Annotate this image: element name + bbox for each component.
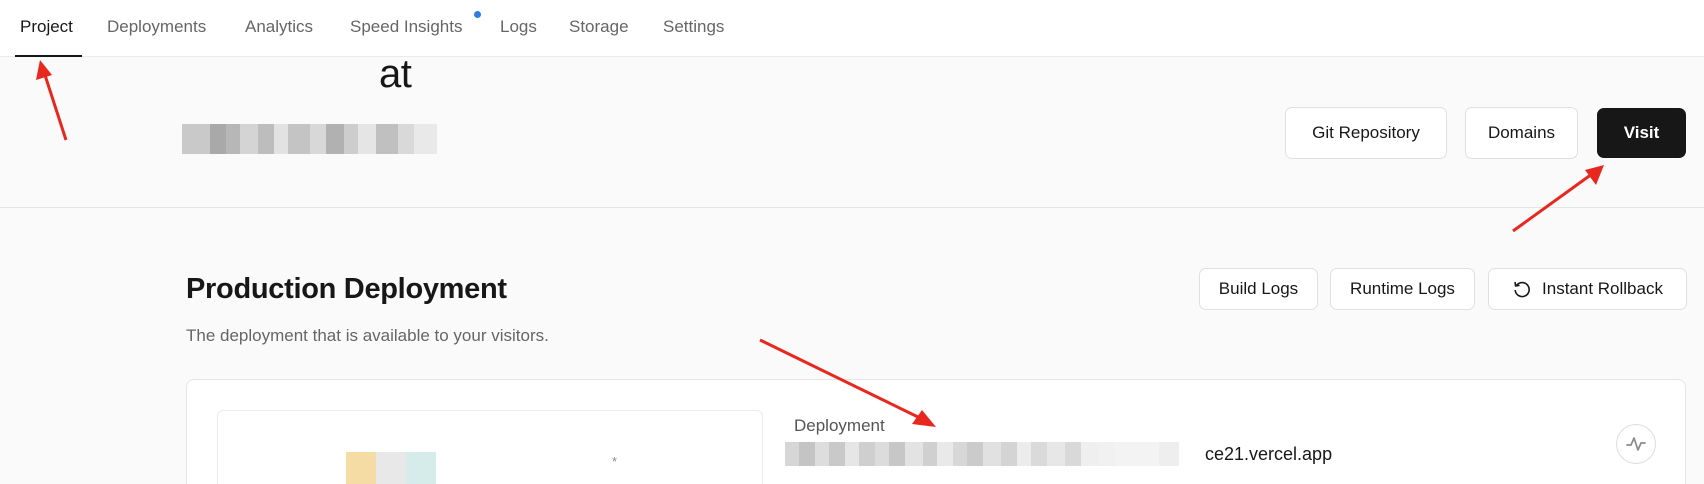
- preview-redacted: [346, 452, 436, 484]
- runtime-logs-button[interactable]: Runtime Logs: [1330, 268, 1475, 310]
- domains-button[interactable]: Domains: [1465, 107, 1578, 159]
- preview-star: *: [612, 454, 618, 469]
- tab-project[interactable]: Project: [20, 17, 73, 37]
- deployment-preview[interactable]: [217, 410, 763, 484]
- instant-rollback-button[interactable]: Instant Rollback: [1488, 268, 1687, 310]
- tab-deployments[interactable]: Deployments: [107, 17, 206, 37]
- tab-logs[interactable]: Logs: [500, 17, 537, 37]
- instant-rollback-label: Instant Rollback: [1542, 279, 1663, 298]
- tab-storage[interactable]: Storage: [569, 17, 629, 37]
- visit-button[interactable]: Visit: [1597, 108, 1686, 158]
- section-subtitle: The deployment that is available to your…: [186, 326, 549, 345]
- build-logs-button[interactable]: Build Logs: [1199, 268, 1318, 310]
- deployment-url[interactable]: ce21.vercel.app: [1205, 444, 1332, 465]
- deployment-url-redacted: [785, 442, 1205, 466]
- project-title: at: [379, 52, 412, 96]
- git-repository-button[interactable]: Git Repository: [1285, 107, 1447, 159]
- section-title: Production Deployment: [186, 273, 507, 305]
- tab-speed-insights[interactable]: Speed Insights: [350, 17, 462, 37]
- deployment-label: Deployment: [794, 416, 885, 435]
- tab-analytics[interactable]: Analytics: [245, 17, 313, 37]
- top-nav: Project Deployments Analytics Speed Insi…: [0, 0, 1704, 57]
- tab-settings[interactable]: Settings: [663, 17, 724, 37]
- activity-icon[interactable]: [1616, 424, 1656, 464]
- speed-insights-dot: [474, 11, 481, 18]
- rollback-icon: [1512, 279, 1532, 299]
- project-name-redacted: [182, 124, 447, 154]
